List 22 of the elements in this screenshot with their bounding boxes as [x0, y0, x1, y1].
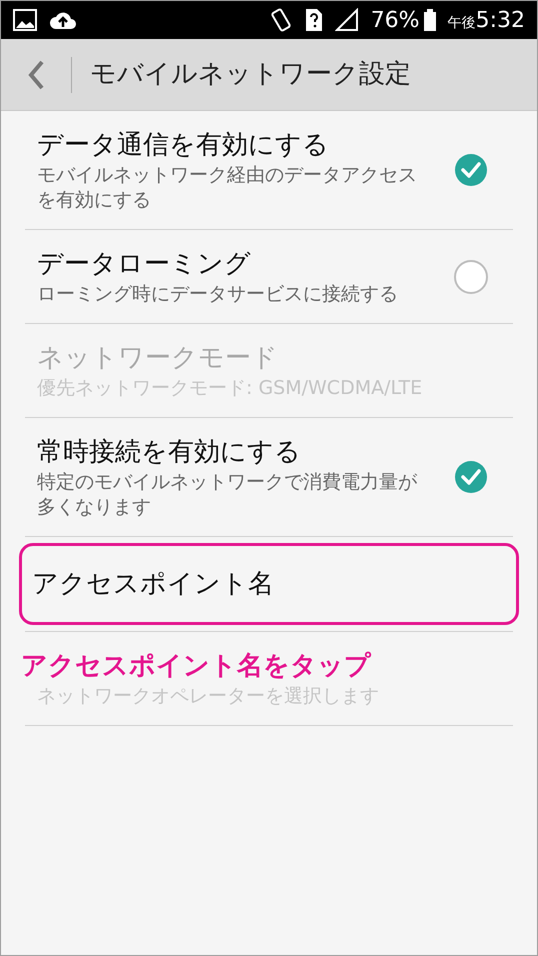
instruction-annotation: アクセスポイント名をタップ — [21, 650, 371, 682]
battery-icon — [424, 9, 436, 31]
setting-description: 特定のモバイルネットワークで消費電力量が多くなります — [37, 470, 418, 520]
setting-title: 常時接続を有効にする — [37, 436, 302, 469]
time-prefix: 午後 — [448, 14, 476, 32]
setting-title: データ通信を有効にする — [37, 129, 330, 162]
empty-circle-icon[interactable] — [453, 258, 489, 294]
sim-unknown-icon — [304, 8, 323, 32]
checked-circle-icon[interactable] — [453, 459, 489, 495]
setting-description: ローミング時にデータサービスに接続する — [37, 282, 399, 307]
image-icon — [13, 9, 37, 31]
screen-title: モバイルネットワーク設定 — [90, 58, 411, 91]
checked-circle-icon[interactable] — [453, 152, 489, 188]
signal-icon — [334, 8, 359, 32]
setting-description: モバイルネットワーク経由のデータアクセスを有効にする — [37, 163, 418, 213]
back-icon — [26, 58, 46, 90]
setting-title: ネットワークモード — [37, 342, 279, 375]
setting-title: データローミング — [37, 248, 252, 281]
battery-percent: 76% — [370, 6, 420, 34]
vibrate-icon — [268, 7, 293, 33]
clock: 5:32 — [476, 6, 525, 34]
setting-title: アクセスポイント名 — [32, 568, 275, 601]
